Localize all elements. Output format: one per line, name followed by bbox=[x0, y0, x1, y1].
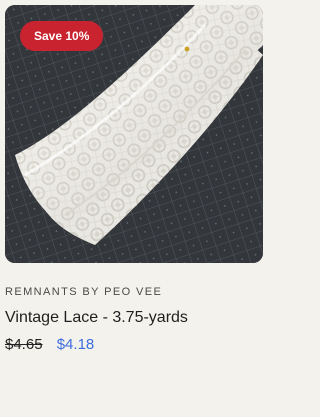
product-image[interactable]: Save 10% bbox=[5, 5, 263, 263]
compare-at-price: $4.65 bbox=[5, 336, 43, 353]
product-card[interactable]: Save 10% REMNANTS BY PEO VEE Vintage Lac… bbox=[0, 0, 268, 417]
price-row: $4.65 $4.18 bbox=[5, 336, 94, 353]
product-vendor: REMNANTS BY PEO VEE bbox=[5, 286, 163, 298]
pin-head bbox=[184, 46, 190, 52]
discount-badge: Save 10% bbox=[20, 21, 104, 51]
sale-price: $4.18 bbox=[56, 336, 95, 353]
product-title[interactable]: Vintage Lace - 3.75-yards bbox=[5, 309, 188, 327]
